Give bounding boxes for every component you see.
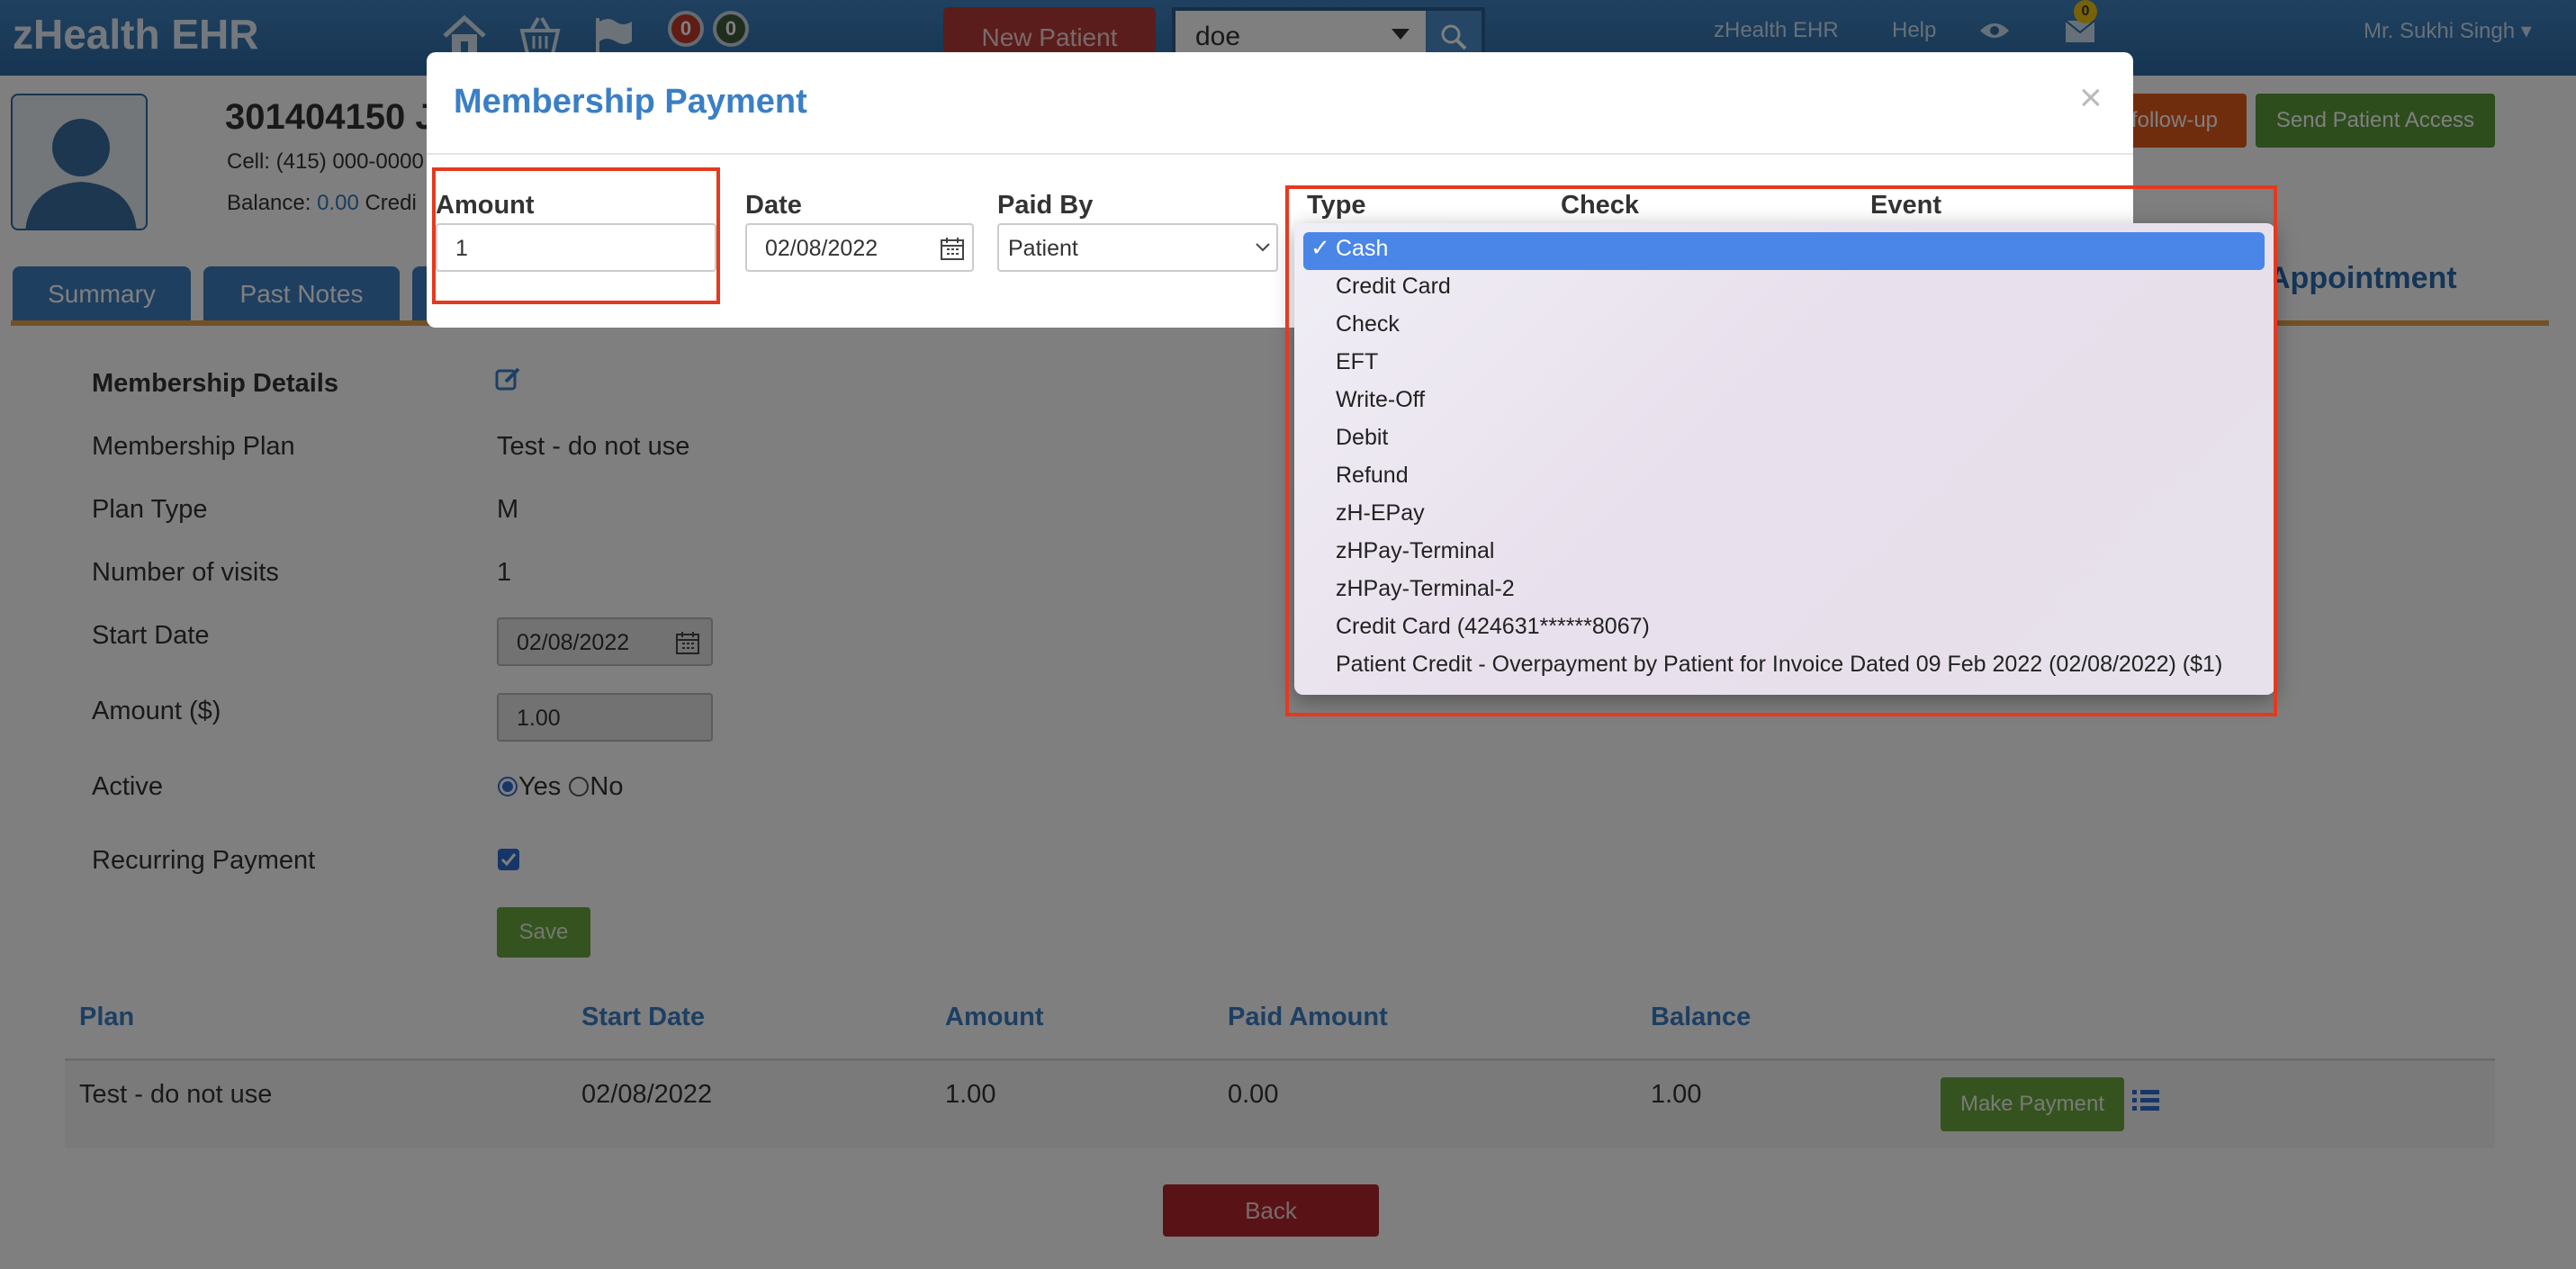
date-value: 02/08/2022	[765, 236, 878, 261]
paid-by-label: Paid By	[997, 191, 1094, 220]
amount-highlight-frame	[432, 167, 720, 304]
paid-by-value: Patient	[1008, 236, 1078, 261]
modal-divider	[427, 153, 2133, 155]
chevron-down-icon	[1256, 243, 1270, 252]
paid-by-select[interactable]: Patient	[997, 223, 1278, 272]
type-dropdown-highlight-frame	[1285, 185, 2277, 716]
modal-title: Membership Payment	[454, 83, 807, 121]
close-icon[interactable]: ×	[2079, 76, 2103, 121]
date-label: Date	[745, 191, 802, 220]
calendar-icon[interactable]	[940, 236, 965, 261]
date-input[interactable]: 02/08/2022	[745, 223, 974, 272]
